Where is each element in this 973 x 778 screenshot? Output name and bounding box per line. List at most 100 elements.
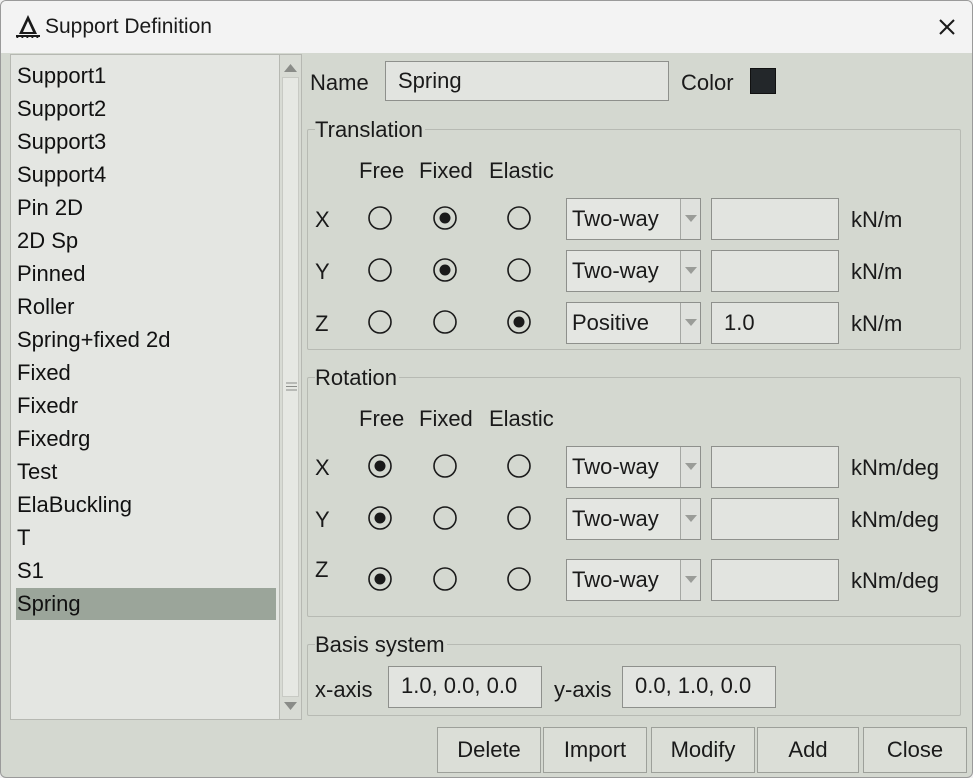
dropdown-button[interactable] [680, 251, 700, 291]
close-button[interactable]: Close [863, 727, 967, 773]
rotation-y-unit: kNm/deg [851, 507, 940, 532]
y-axis-label: y-axis [554, 677, 612, 702]
translation-x-value-field[interactable] [711, 198, 839, 240]
dropdown-button[interactable] [680, 199, 700, 239]
rotation-z-type-value: Two-way [572, 567, 659, 592]
list-item[interactable]: Pinned [16, 258, 276, 290]
dropdown-arrow-icon [685, 267, 697, 274]
x-axis-label: x-axis [315, 677, 373, 702]
list-item[interactable]: S1 [16, 555, 276, 587]
dropdown-arrow-icon [685, 215, 697, 222]
x-axis-field[interactable]: 1.0, 0.0, 0.0 [388, 666, 542, 708]
rotation-x-free-radio[interactable] [367, 453, 393, 479]
header-free: Free [359, 406, 405, 431]
dropdown-arrow-icon [685, 515, 697, 522]
rotation-x-label: X [315, 455, 330, 480]
translation-y-elastic-radio[interactable] [506, 257, 532, 283]
list-item[interactable]: 2D Sp [16, 225, 276, 257]
list-item[interactable]: Support1 [16, 60, 276, 92]
translation-z-type-select[interactable]: Positive [566, 302, 701, 344]
list-item[interactable]: Fixedrg [16, 423, 276, 455]
translation-y-value-field[interactable] [711, 250, 839, 292]
translation-y-label: Y [315, 259, 330, 284]
translation-y-unit: kN/m [851, 259, 903, 284]
close-icon[interactable] [933, 13, 961, 41]
name-label: Name [310, 70, 369, 95]
list-item[interactable]: Fixedr [16, 390, 276, 422]
header-fixed: Fixed [419, 406, 473, 431]
translation-x-unit: kN/m [851, 207, 903, 232]
dropdown-button[interactable] [680, 303, 700, 343]
rotation-y-free-radio[interactable] [367, 505, 393, 531]
list-item-selected[interactable]: Spring [16, 588, 276, 620]
list-item[interactable]: Roller [16, 291, 276, 323]
support-list[interactable]: Support1 Support2 Support3 Support4 Pin … [10, 54, 280, 720]
translation-y-fixed-radio[interactable] [432, 257, 458, 283]
rotation-z-free-radio[interactable] [367, 566, 393, 592]
support-definition-dialog: Support Definition Support1 Support2 Sup… [0, 0, 973, 778]
grip-icon [286, 382, 297, 391]
dropdown-arrow-icon [685, 463, 697, 470]
rotation-y-label: Y [315, 507, 330, 532]
rotation-x-type-select[interactable]: Two-way [566, 446, 701, 488]
rotation-z-fixed-radio[interactable] [432, 566, 458, 592]
rotation-y-type-select[interactable]: Two-way [566, 498, 701, 540]
import-button[interactable]: Import [543, 727, 647, 773]
list-item[interactable]: Support3 [16, 126, 276, 158]
window-title: Support Definition [45, 15, 212, 38]
rotation-z-elastic-radio[interactable] [506, 566, 532, 592]
translation-z-value-field[interactable]: 1.0 [711, 302, 839, 344]
translation-title: Translation [315, 117, 426, 143]
list-item[interactable]: Pin 2D [16, 192, 276, 224]
color-swatch[interactable] [750, 68, 776, 94]
modify-button[interactable]: Modify [651, 727, 755, 773]
chevron-down-icon[interactable] [280, 695, 301, 717]
translation-z-type-value: Positive [572, 310, 650, 335]
scrollbar-thumb[interactable] [282, 77, 299, 697]
rotation-x-fixed-radio[interactable] [432, 453, 458, 479]
basis-title: Basis system [315, 632, 447, 658]
rotation-y-value-field[interactable] [711, 498, 839, 540]
list-item[interactable]: Test [16, 456, 276, 488]
color-label: Color [681, 70, 734, 95]
delete-button[interactable]: Delete [437, 727, 541, 773]
translation-z-free-radio[interactable] [367, 309, 393, 335]
header-elastic: Elastic [489, 406, 554, 431]
translation-y-free-radio[interactable] [367, 257, 393, 283]
rotation-y-elastic-radio[interactable] [506, 505, 532, 531]
rotation-x-value-field[interactable] [711, 446, 839, 488]
list-item[interactable]: ElaBuckling [16, 489, 276, 521]
translation-x-elastic-radio[interactable] [506, 205, 532, 231]
header-elastic: Elastic [489, 158, 554, 183]
rotation-z-type-select[interactable]: Two-way [566, 559, 701, 601]
list-item[interactable]: Support4 [16, 159, 276, 191]
dropdown-button[interactable] [680, 447, 700, 487]
translation-x-type-select[interactable]: Two-way [566, 198, 701, 240]
dropdown-button[interactable] [680, 560, 700, 600]
dropdown-arrow-icon [685, 576, 697, 583]
translation-y-type-value: Two-way [572, 258, 659, 283]
title-bar: Support Definition [1, 1, 972, 53]
dropdown-button[interactable] [680, 499, 700, 539]
rotation-x-elastic-radio[interactable] [506, 453, 532, 479]
rotation-z-unit: kNm/deg [851, 568, 940, 593]
rotation-y-fixed-radio[interactable] [432, 505, 458, 531]
list-item[interactable]: Fixed [16, 357, 276, 389]
translation-z-fixed-radio[interactable] [432, 309, 458, 335]
chevron-up-icon[interactable] [280, 57, 301, 79]
list-item[interactable]: T [16, 522, 276, 554]
add-button[interactable]: Add [757, 727, 859, 773]
translation-y-type-select[interactable]: Two-way [566, 250, 701, 292]
name-field[interactable]: Spring [385, 61, 669, 101]
y-axis-field[interactable]: 0.0, 1.0, 0.0 [622, 666, 776, 708]
rotation-z-value-field[interactable] [711, 559, 839, 601]
dropdown-arrow-icon [685, 319, 697, 326]
translation-x-fixed-radio[interactable] [432, 205, 458, 231]
list-item[interactable]: Support2 [16, 93, 276, 125]
list-scrollbar[interactable] [280, 54, 302, 720]
translation-x-free-radio[interactable] [367, 205, 393, 231]
translation-x-type-value: Two-way [572, 206, 659, 231]
list-item[interactable]: Spring+fixed 2d [16, 324, 276, 356]
translation-z-label: Z [315, 311, 329, 336]
translation-z-elastic-radio[interactable] [506, 309, 532, 335]
